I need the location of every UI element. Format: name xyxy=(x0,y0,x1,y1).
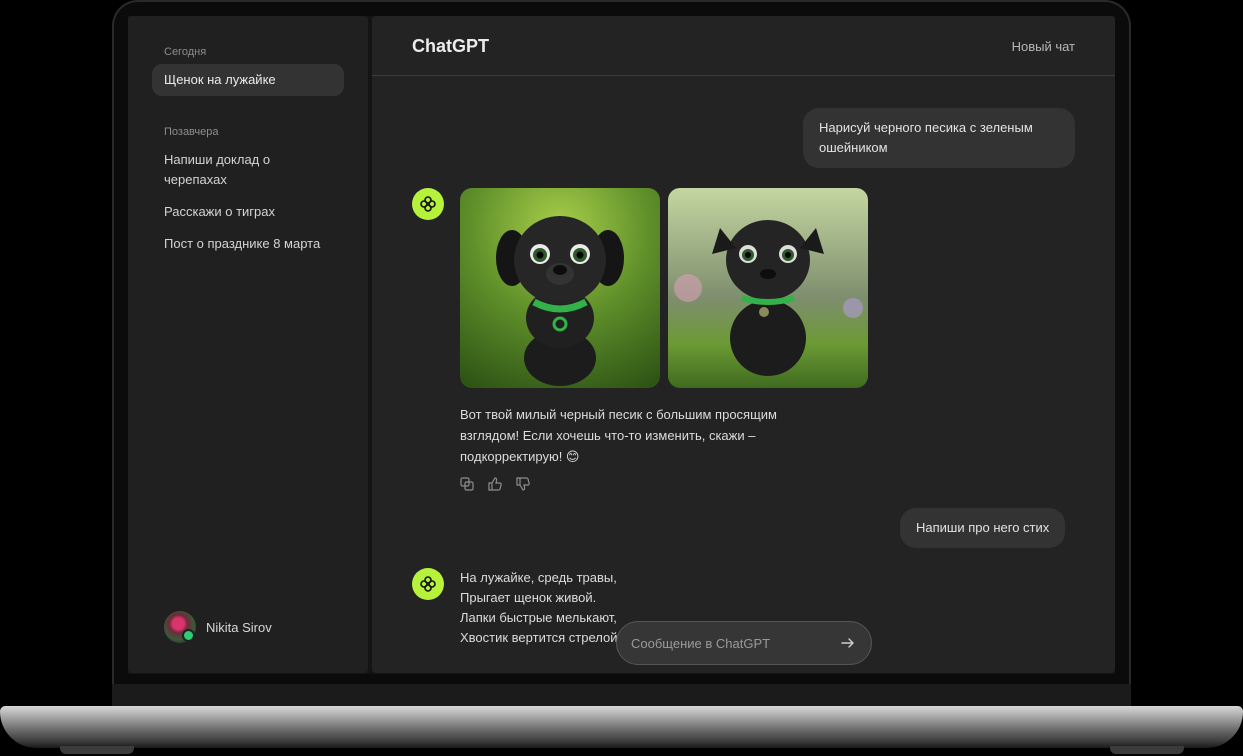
avatar xyxy=(164,611,196,643)
sidebar-item-tigers[interactable]: Расскажи о тиграх xyxy=(152,202,344,222)
message-composer xyxy=(616,621,872,665)
poem-line: На лужайке, средь травы, xyxy=(460,570,617,585)
generated-image-1[interactable] xyxy=(460,188,660,388)
user-message-2: Напиши про него стих xyxy=(900,508,1066,548)
sidebar: Сегодня Щенок на лужайке Позавчера Напиш… xyxy=(128,16,368,673)
user-profile[interactable]: Nikita Sirov xyxy=(164,611,272,643)
chat-header: ChatGPT Новый чат xyxy=(372,16,1115,76)
message-actions xyxy=(460,477,530,491)
new-chat-button[interactable]: Новый чат xyxy=(1012,39,1075,54)
laptop-base xyxy=(0,706,1243,748)
app-title: ChatGPT xyxy=(412,36,490,56)
chatgpt-logo-icon xyxy=(412,188,444,220)
assistant-poem: На лужайке, средь травы, Прыгает щенок ж… xyxy=(460,568,618,648)
sidebar-item-march8[interactable]: Пост о празднике 8 марта xyxy=(152,234,344,254)
message-input[interactable] xyxy=(631,635,839,651)
copy-icon[interactable] xyxy=(460,477,474,491)
laptop-chin xyxy=(112,684,1131,708)
thumbs-up-icon[interactable] xyxy=(488,477,502,491)
user-name: Nikita Sirov xyxy=(206,619,272,635)
chatgpt-logo-icon xyxy=(412,568,444,600)
poem-line: Прыгает щенок живой. xyxy=(460,590,597,605)
poem-line: Лапки быстрые мелькают, xyxy=(460,610,617,625)
thumbs-down-icon[interactable] xyxy=(516,477,530,491)
section-label-today: Сегодня xyxy=(164,46,207,58)
poem-line: Хвостик вертится стрелой xyxy=(460,630,618,645)
section-label-day-before: Позавчера xyxy=(164,126,219,138)
laptop-foot-right xyxy=(1110,746,1184,754)
laptop-foot-left xyxy=(60,746,134,754)
assistant-message: Вот твой милый черный песик с большим пр… xyxy=(460,407,777,464)
generated-image-2[interactable] xyxy=(668,188,868,388)
chat-panel: ChatGPT Новый чат Нарисуй черного песика… xyxy=(372,16,1115,673)
user-message: Нарисуй черного песика с зеленым ошейник… xyxy=(803,108,1075,168)
sidebar-item-turtles[interactable]: Напиши доклад о черепахах xyxy=(152,150,344,190)
send-arrow-icon[interactable] xyxy=(839,634,857,652)
sidebar-item-puppy[interactable]: Щенок на лужайке xyxy=(152,64,344,96)
